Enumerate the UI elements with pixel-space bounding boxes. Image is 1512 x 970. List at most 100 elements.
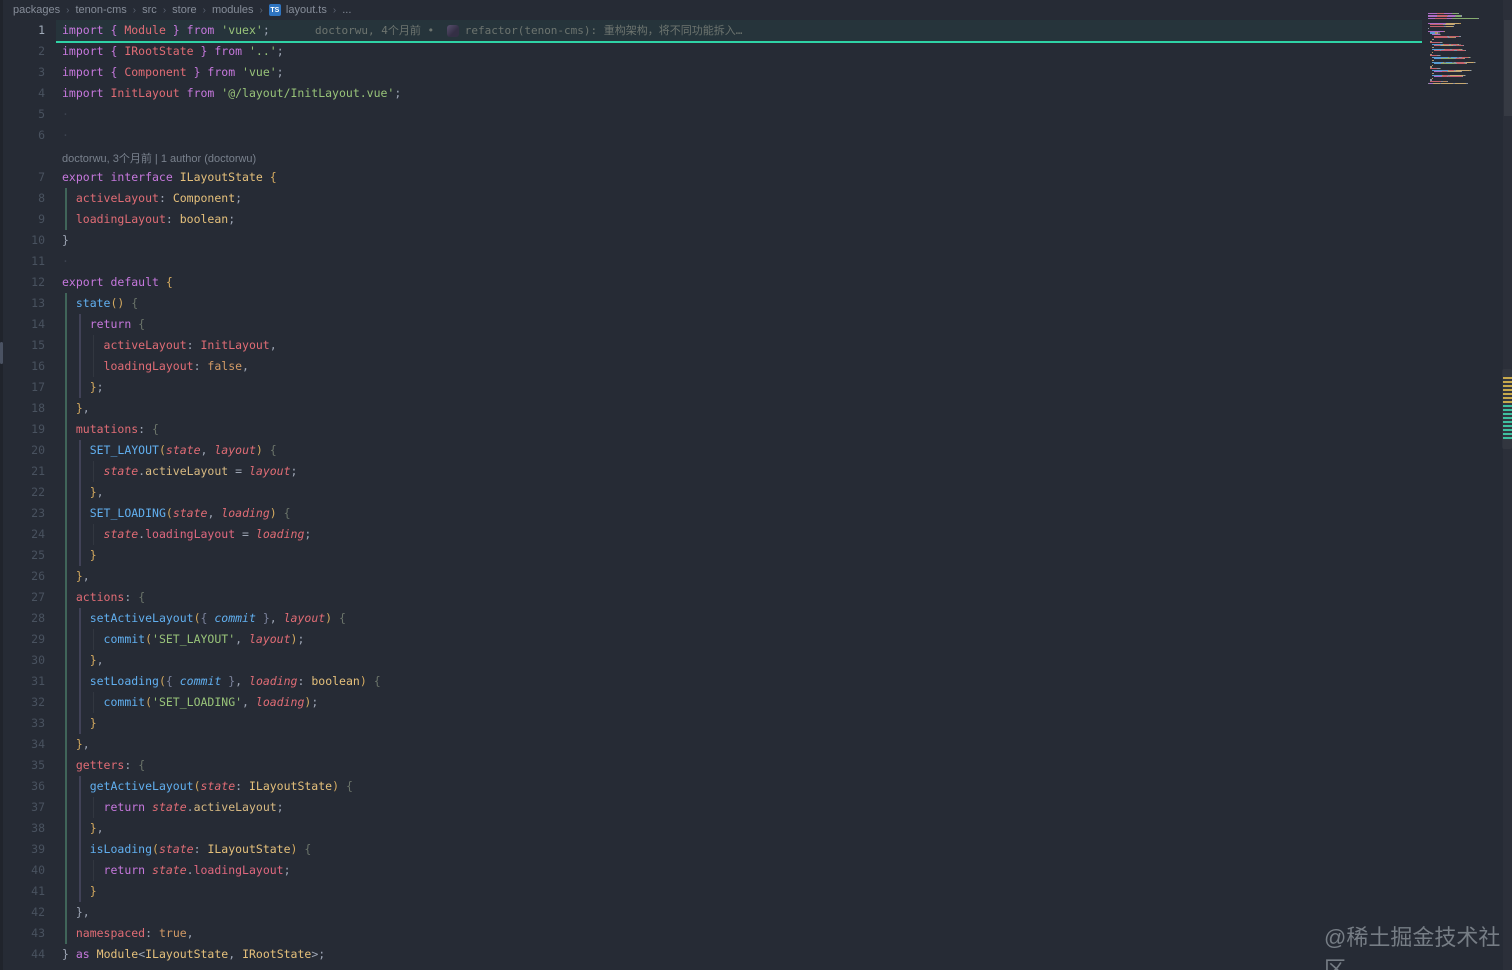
line-number[interactable]: 37 bbox=[0, 797, 45, 818]
line-number[interactable]: 36 bbox=[0, 776, 45, 797]
line-number[interactable]: 30 bbox=[0, 650, 45, 671]
line-number[interactable]: 18 bbox=[0, 398, 45, 419]
line-number[interactable]: 22 bbox=[0, 482, 45, 503]
line-number[interactable]: 43 bbox=[0, 923, 45, 944]
line-number[interactable]: 16 bbox=[0, 356, 45, 377]
code-line[interactable]: 7 export interface ILayoutState { bbox=[0, 167, 1420, 188]
line-number[interactable]: 32 bbox=[0, 692, 45, 713]
breadcrumb-item-modules[interactable]: modules bbox=[212, 4, 254, 16]
line-number[interactable]: 28 bbox=[0, 608, 45, 629]
code-line[interactable]: 19 mutations: { bbox=[0, 419, 1420, 440]
code-line[interactable]: 12 export default { bbox=[0, 272, 1420, 293]
code-line[interactable]: 8 activeLayout: Component; bbox=[0, 188, 1420, 209]
code-line[interactable]: 5 · bbox=[0, 104, 1420, 125]
line-number[interactable]: 39 bbox=[0, 839, 45, 860]
line-number[interactable]: 40 bbox=[0, 860, 45, 881]
scrollbar-slider[interactable] bbox=[1504, 20, 1512, 116]
line-number[interactable]: 25 bbox=[0, 545, 45, 566]
code-line[interactable]: 39 isLoading(state: ILayoutState) { bbox=[0, 839, 1420, 860]
code-line[interactable]: 41 } bbox=[0, 881, 1420, 902]
code-line[interactable]: 20 SET_LAYOUT(state, layout) { bbox=[0, 440, 1420, 461]
line-number[interactable]: 42 bbox=[0, 902, 45, 923]
line-number[interactable]: 20 bbox=[0, 440, 45, 461]
code-line[interactable]: 38 }, bbox=[0, 818, 1420, 839]
breadcrumb-item-store[interactable]: store bbox=[172, 4, 196, 16]
breadcrumb-item-tenon-cms[interactable]: tenon-cms bbox=[75, 4, 126, 16]
line-number[interactable]: 23 bbox=[0, 503, 45, 524]
line-number[interactable]: 6 bbox=[0, 125, 45, 146]
code-line[interactable]: 29 commit('SET_LAYOUT', layout); bbox=[0, 629, 1420, 650]
code-line[interactable]: 34 }, bbox=[0, 734, 1420, 755]
line-number[interactable]: 8 bbox=[0, 188, 45, 209]
code-line[interactable]: 10} bbox=[0, 230, 1420, 251]
line-number[interactable]: 15 bbox=[0, 335, 45, 356]
code-line[interactable]: 40 return state.loadingLayout; bbox=[0, 860, 1420, 881]
line-number[interactable]: 29 bbox=[0, 629, 45, 650]
line-number[interactable]: 26 bbox=[0, 566, 45, 587]
minimap[interactable] bbox=[1428, 13, 1500, 133]
line-number[interactable]: 24 bbox=[0, 524, 45, 545]
line-number[interactable]: 21 bbox=[0, 461, 45, 482]
code-line[interactable]: 16 loadingLayout: false, bbox=[0, 356, 1420, 377]
line-number[interactable]: 9 bbox=[0, 209, 45, 230]
code-line[interactable]: 4 import InitLayout from '@/layout/InitLa… bbox=[0, 83, 1420, 104]
line-number[interactable]: 2 bbox=[0, 41, 45, 62]
line-number[interactable]: 12 bbox=[0, 272, 45, 293]
code-line[interactable]: 26 }, bbox=[0, 566, 1420, 587]
code-line[interactable]: 2 import { IRootState } from '..'; bbox=[0, 41, 1420, 62]
ruler-mark-teal bbox=[1503, 421, 1512, 423]
code-line[interactable]: 14 return { bbox=[0, 314, 1420, 335]
code-line[interactable]: 22 }, bbox=[0, 482, 1420, 503]
code-line[interactable]: 18 }, bbox=[0, 398, 1420, 419]
code-line[interactable]: 3 import { Component } from 'vue'; bbox=[0, 62, 1420, 83]
line-number[interactable]: 5 bbox=[0, 104, 45, 125]
line-number[interactable]: 1 bbox=[0, 20, 45, 41]
breadcrumb-item-file[interactable]: TS layout.ts bbox=[268, 4, 327, 16]
breadcrumb-item-packages[interactable]: packages bbox=[13, 4, 60, 16]
codelens-blame-link[interactable]: doctorwu, 3个月前 | 1 author (doctorwu) bbox=[62, 153, 256, 165]
code-line[interactable]: 11 · bbox=[0, 251, 1420, 272]
line-number[interactable]: 27 bbox=[0, 587, 45, 608]
line-number[interactable]: 19 bbox=[0, 419, 45, 440]
code-line[interactable]: 33 } bbox=[0, 713, 1420, 734]
code-line[interactable]: 42 }, bbox=[0, 902, 1420, 923]
code-line[interactable]: 24 state.loadingLayout = loading; bbox=[0, 524, 1420, 545]
code-line[interactable]: 27 actions: { bbox=[0, 587, 1420, 608]
code-line[interactable]: 37 return state.activeLayout; bbox=[0, 797, 1420, 818]
code-line[interactable]: 6 · bbox=[0, 125, 1420, 146]
line-number[interactable]: 31 bbox=[0, 671, 45, 692]
line-number[interactable]: 13 bbox=[0, 293, 45, 314]
line-number[interactable]: 7 bbox=[0, 167, 45, 188]
code-line[interactable]: 28 setActiveLayout({ commit }, layout) { bbox=[0, 608, 1420, 629]
code-line[interactable]: 30 }, bbox=[0, 650, 1420, 671]
code-line[interactable]: 13 state() { bbox=[0, 293, 1420, 314]
code-line[interactable]: 25 } bbox=[0, 545, 1420, 566]
line-number[interactable]: 10 bbox=[0, 230, 45, 251]
code-line[interactable]: 23 SET_LOADING(state, loading) { bbox=[0, 503, 1420, 524]
breadcrumb-item-src[interactable]: src bbox=[142, 4, 157, 16]
code-line[interactable]: 15 activeLayout: InitLayout, bbox=[0, 335, 1420, 356]
code-line[interactable]: 21 state.activeLayout = layout; bbox=[0, 461, 1420, 482]
line-number[interactable]: 41 bbox=[0, 881, 45, 902]
line-number[interactable]: 35 bbox=[0, 755, 45, 776]
line-number[interactable]: 34 bbox=[0, 734, 45, 755]
line-number[interactable]: 3 bbox=[0, 62, 45, 83]
line-number[interactable]: 33 bbox=[0, 713, 45, 734]
code-line[interactable]: 43 namespaced: true, bbox=[0, 923, 1420, 944]
line-number[interactable]: 4 bbox=[0, 83, 45, 104]
code-line[interactable]: 17 }; bbox=[0, 377, 1420, 398]
breadcrumb-symbol-trail[interactable]: ... bbox=[342, 4, 351, 16]
code-line[interactable]: 31 setLoading({ commit }, loading: boole… bbox=[0, 671, 1420, 692]
line-number[interactable]: 17 bbox=[0, 377, 45, 398]
code-line[interactable]: 36 getActiveLayout(state: ILayoutState) … bbox=[0, 776, 1420, 797]
code-line[interactable]: 1 import { Module } from 'vuex'; doctorwu,… bbox=[0, 20, 1420, 41]
line-number[interactable]: 44 bbox=[0, 944, 45, 965]
line-number[interactable]: 14 bbox=[0, 314, 45, 335]
code-line[interactable]: 35 getters: { bbox=[0, 755, 1420, 776]
scrollbar-track[interactable] bbox=[1503, 0, 1512, 970]
line-number[interactable]: 11 bbox=[0, 251, 45, 272]
code-line[interactable]: 32 commit('SET_LOADING', loading); bbox=[0, 692, 1420, 713]
line-number[interactable]: 38 bbox=[0, 818, 45, 839]
code-line[interactable]: 44} as Module<ILayoutState, IRootState>; bbox=[0, 944, 1420, 965]
code-line[interactable]: 9 loadingLayout: boolean; bbox=[0, 209, 1420, 230]
